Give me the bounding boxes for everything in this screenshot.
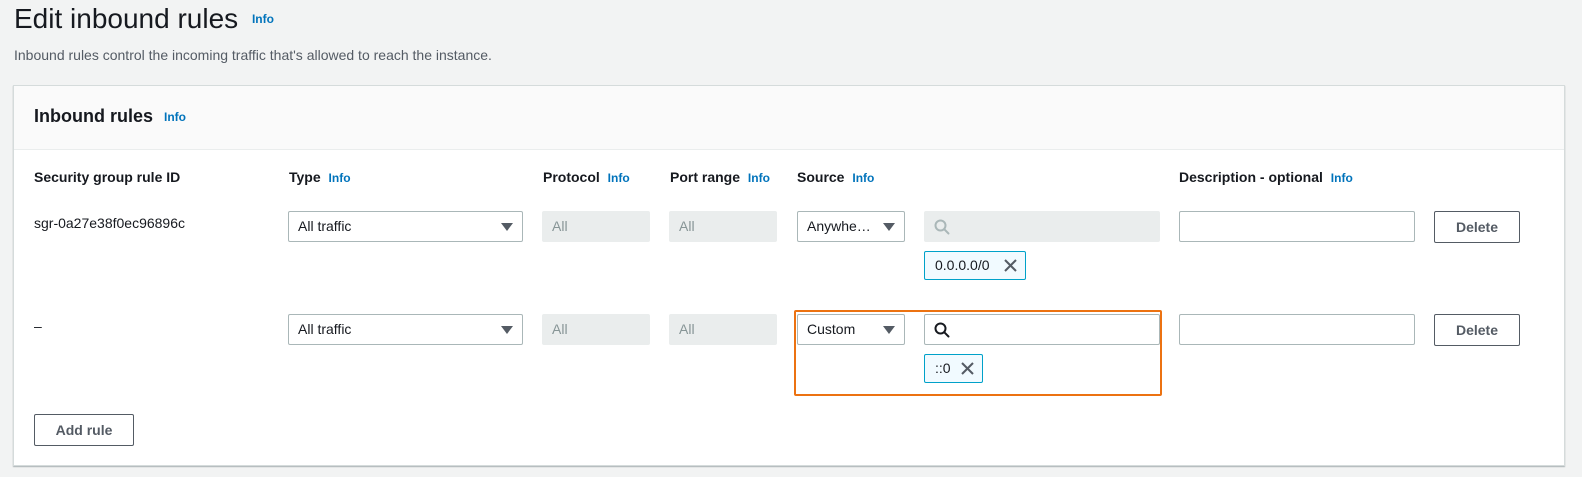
port-range-field: All xyxy=(669,211,777,242)
panel-header: Inbound rules Info xyxy=(14,86,1564,150)
close-icon[interactable] xyxy=(960,361,975,376)
description-input[interactable] xyxy=(1179,314,1415,345)
page-description: Inbound rules control the incoming traff… xyxy=(14,47,492,63)
page-title: Edit inbound rules Info xyxy=(14,3,274,35)
caret-down-icon xyxy=(883,223,895,231)
column-header-protocol: Protocol Info xyxy=(543,169,630,185)
type-info-link[interactable]: Info xyxy=(329,171,351,185)
type-select-value: All traffic xyxy=(298,321,352,337)
column-header-source-label: Source xyxy=(797,169,845,185)
description-input[interactable] xyxy=(1179,211,1415,242)
column-header-port-range-label: Port range xyxy=(670,169,741,185)
source-token-label: 0.0.0.0/0 xyxy=(935,257,990,273)
search-icon xyxy=(934,322,950,338)
caret-down-icon xyxy=(501,223,513,231)
column-header-protocol-label: Protocol xyxy=(543,169,600,185)
column-header-type-label: Type xyxy=(289,169,321,185)
source-search-input[interactable] xyxy=(924,314,1160,345)
source-token: ::0 xyxy=(924,354,983,383)
rule-id: sgr-0a27e38f0ec96896c xyxy=(34,215,186,231)
source-info-link[interactable]: Info xyxy=(852,171,874,185)
description-info-link[interactable]: Info xyxy=(1331,171,1353,185)
source-search-input[interactable] xyxy=(924,211,1160,242)
source-type-select-value: Custom xyxy=(807,321,856,337)
caret-down-icon xyxy=(883,326,895,334)
page-info-link[interactable]: Info xyxy=(252,12,274,26)
panel-title: Inbound rules Info xyxy=(34,106,186,127)
search-icon xyxy=(934,219,950,235)
column-header-rule-id-label: Security group rule ID xyxy=(34,169,181,185)
type-select[interactable]: All traffic xyxy=(288,211,523,242)
caret-down-icon xyxy=(501,326,513,334)
panel-info-link[interactable]: Info xyxy=(164,110,186,124)
delete-rule-button[interactable]: Delete xyxy=(1434,211,1520,243)
source-type-select[interactable]: Custom xyxy=(797,314,905,345)
page-title-text: Edit inbound rules xyxy=(14,3,239,34)
close-icon[interactable] xyxy=(1003,258,1018,273)
column-header-description-label: Description - optional xyxy=(1179,169,1323,185)
column-header-port-range: Port range Info xyxy=(670,169,770,185)
column-header-description: Description - optional Info xyxy=(1179,169,1353,185)
protocol-field: All xyxy=(542,314,650,345)
port-range-field: All xyxy=(669,314,777,345)
source-token: 0.0.0.0/0 xyxy=(924,251,1026,280)
protocol-field: All xyxy=(542,211,650,242)
inbound-rules-panel: Inbound rules Info Security group rule I… xyxy=(13,85,1565,466)
column-header-rule-id: Security group rule ID xyxy=(34,169,180,185)
source-type-select-value: Anywhe… xyxy=(807,218,871,234)
add-rule-button[interactable]: Add rule xyxy=(34,414,134,446)
source-type-select[interactable]: Anywhe… xyxy=(797,211,905,242)
protocol-info-link[interactable]: Info xyxy=(608,171,630,185)
panel-title-text: Inbound rules xyxy=(34,106,153,126)
delete-rule-button[interactable]: Delete xyxy=(1434,314,1520,346)
port-range-info-link[interactable]: Info xyxy=(748,171,770,185)
type-select-value: All traffic xyxy=(298,218,352,234)
source-token-label: ::0 xyxy=(935,360,951,376)
type-select[interactable]: All traffic xyxy=(288,314,523,345)
column-header-type: Type Info xyxy=(289,169,351,185)
rule-id: – xyxy=(34,318,42,334)
column-header-source: Source Info xyxy=(797,169,874,185)
